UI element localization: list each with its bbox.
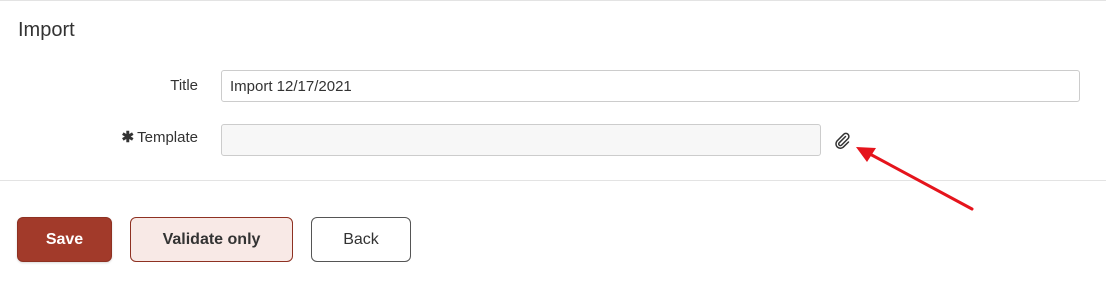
section-title: Import (18, 19, 75, 41)
template-label-wrap: ✱ Template (122, 128, 198, 146)
template-label: Template (137, 129, 198, 146)
title-input[interactable] (221, 70, 1080, 102)
back-button[interactable]: Back (311, 217, 411, 262)
title-label: Title (170, 77, 198, 94)
paperclip-icon[interactable] (832, 130, 852, 150)
top-divider (0, 0, 1106, 1)
required-asterisk: ✱ (121, 129, 135, 146)
form-divider (0, 180, 1106, 181)
template-input[interactable] (221, 124, 821, 156)
save-button[interactable]: Save (17, 217, 112, 262)
validate-only-button[interactable]: Validate only (130, 217, 293, 262)
